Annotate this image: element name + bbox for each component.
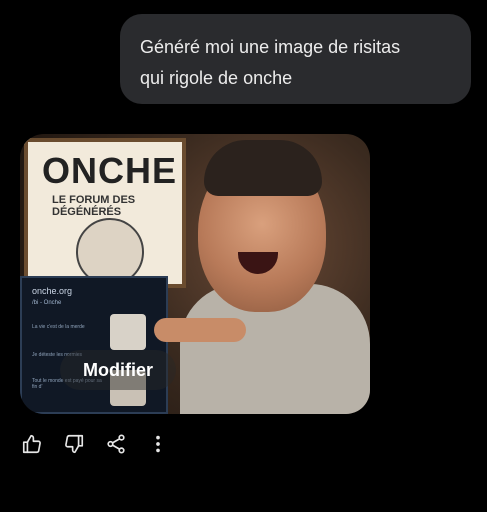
share-icon[interactable] bbox=[102, 430, 130, 458]
generated-image[interactable]: ONCHE LE FORUM DES DÉGÉNÉRÉS onche.org /… bbox=[20, 134, 370, 414]
thumbs-down-icon[interactable] bbox=[60, 430, 88, 458]
poster-subtitle: LE FORUM DES DÉGÉNÉRÉS bbox=[52, 194, 136, 218]
message-actions bbox=[18, 430, 186, 462]
phone-screen: onche.org /bi - Onche La vie c'est de la… bbox=[20, 276, 168, 414]
pointing-hand bbox=[154, 318, 246, 342]
man-hair bbox=[204, 140, 322, 196]
phone-post: La vie c'est de la merde bbox=[32, 324, 85, 330]
poster-title: ONCHE bbox=[42, 150, 178, 191]
phone-board: /bi - Onche bbox=[32, 300, 62, 306]
user-message-bubble: Généré moi une image de risitas qui rigo… bbox=[120, 14, 471, 104]
onche-poster: ONCHE LE FORUM DES DÉGÉNÉRÉS bbox=[24, 138, 186, 288]
phone-domain: onche.org bbox=[32, 286, 73, 296]
phone-thumbnail bbox=[110, 314, 146, 350]
more-vertical-icon[interactable] bbox=[144, 430, 172, 458]
thumbs-up-icon[interactable] bbox=[18, 430, 46, 458]
edit-button[interactable]: Modifier bbox=[60, 350, 176, 390]
